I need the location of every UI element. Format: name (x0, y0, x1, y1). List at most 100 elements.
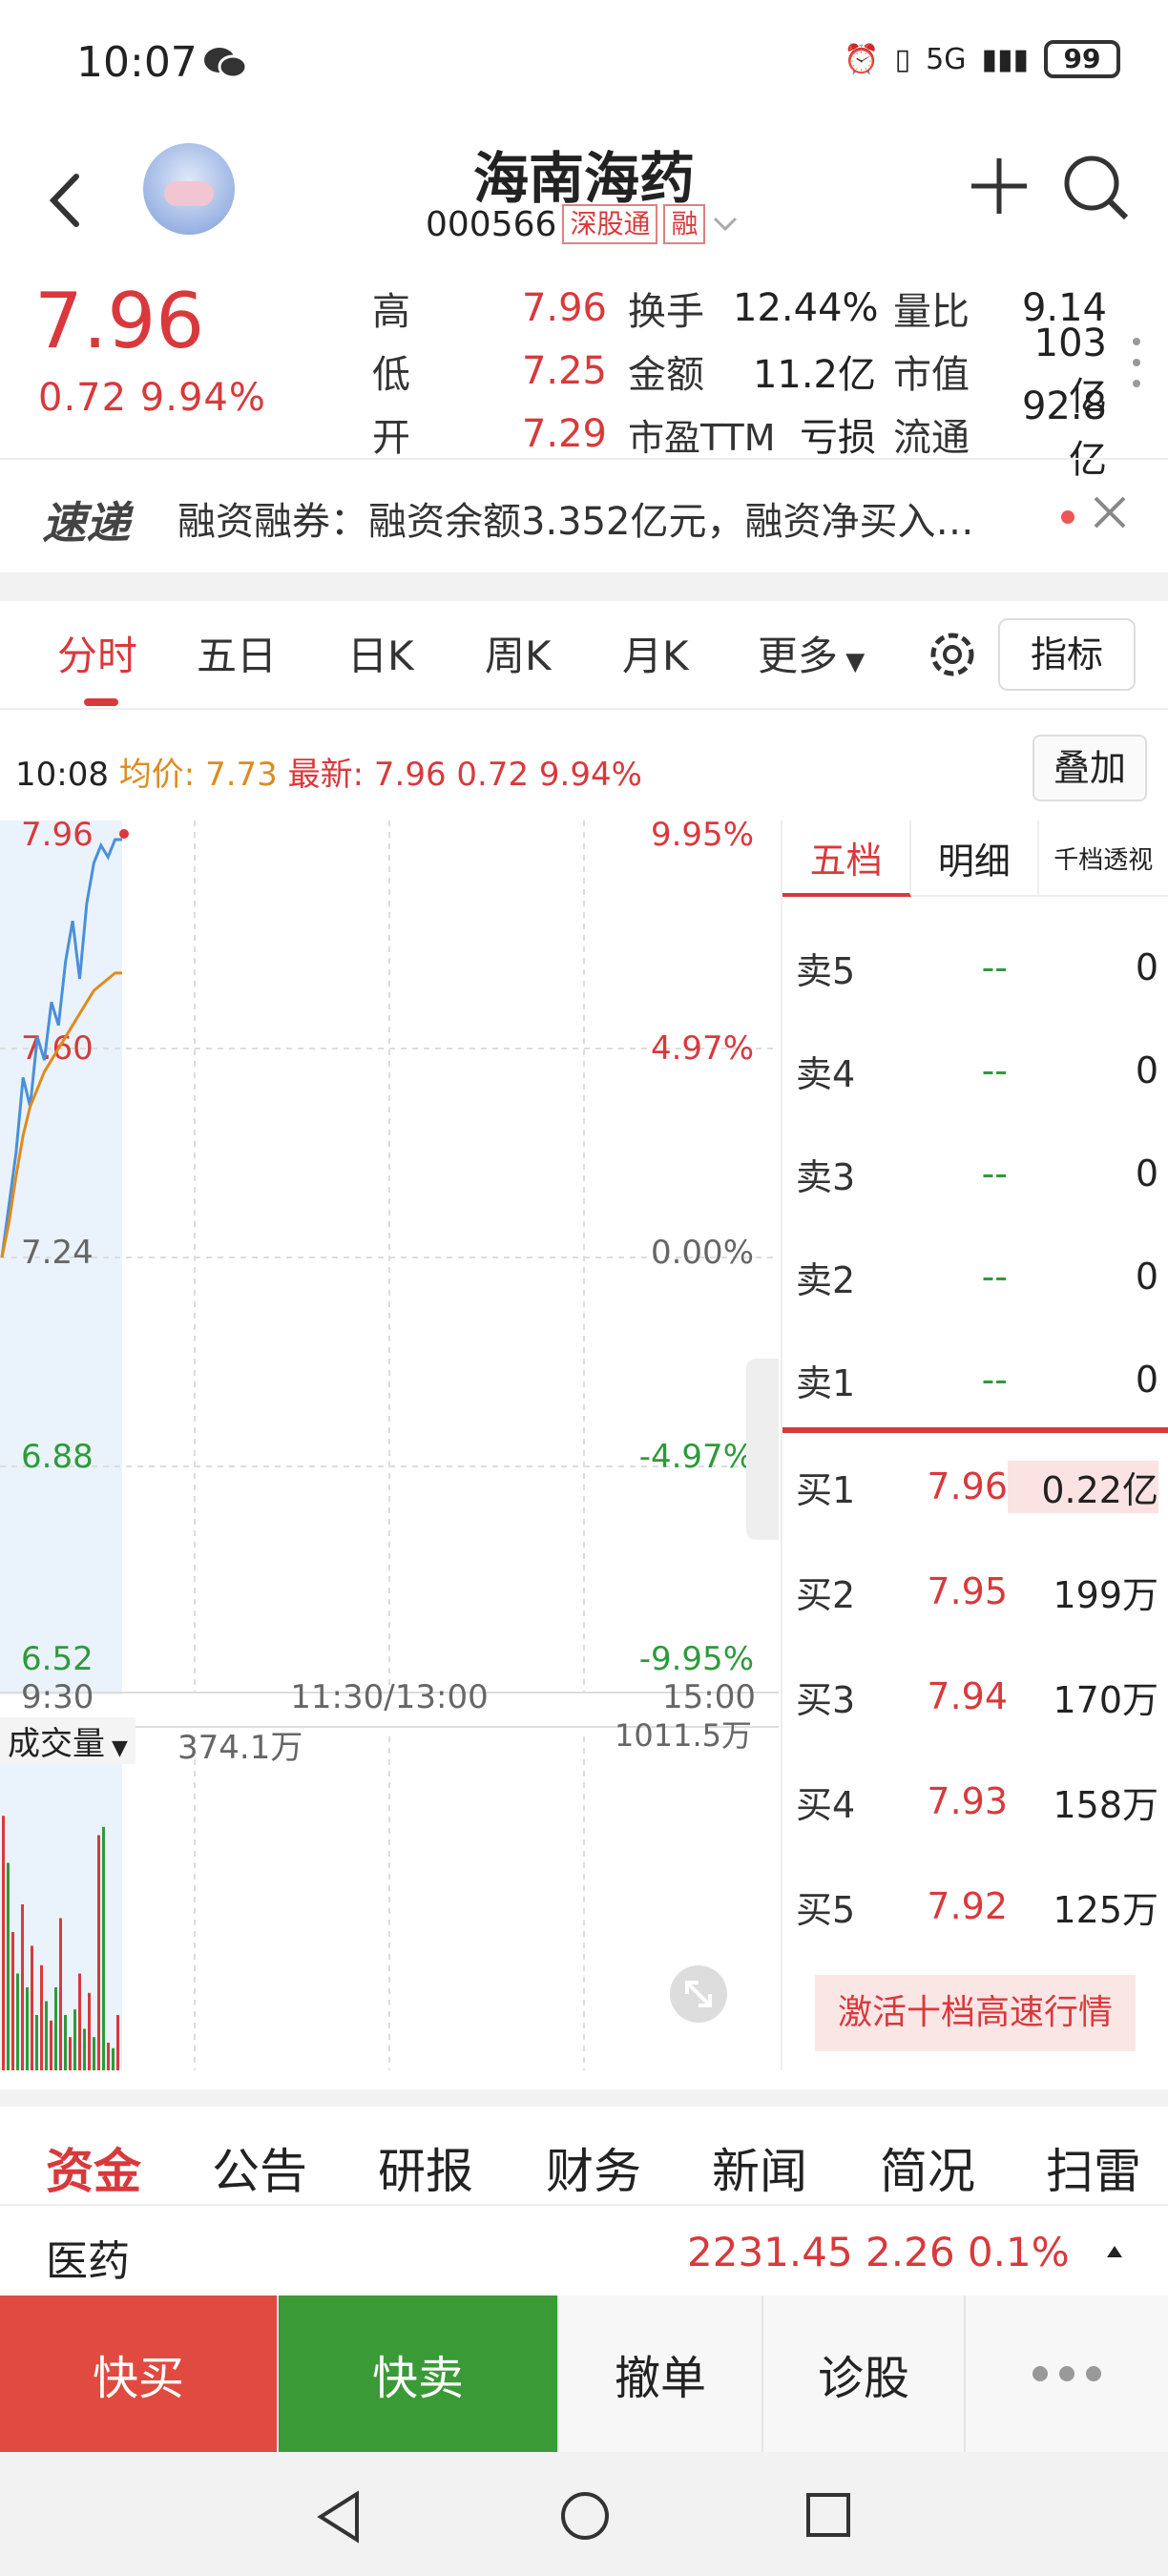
panel-toggle-handle[interactable] (746, 1359, 779, 1540)
price-axis-label: 7.24 (21, 1234, 94, 1272)
tab-weekly-k[interactable]: 周K (485, 624, 552, 682)
tab-5day[interactable]: 五日 (197, 624, 277, 682)
more-vertical-icon[interactable] (1132, 334, 1141, 391)
stock-header: 海南海药 000566 深股通 融 (0, 134, 1168, 277)
level-volume: 0.22亿 (1008, 1460, 1158, 1513)
pct-axis-label: -4.97% (639, 1438, 754, 1476)
level-label: 买1 (796, 1468, 856, 1511)
info-tabs: 资金 公告 研报 财务 新闻 简况 扫雷 (0, 2089, 1168, 2204)
more-horizontal-icon[interactable] (966, 2296, 1168, 2452)
sell-level-row[interactable]: 卖5 -- 0 (796, 939, 1158, 996)
level-label: 卖5 (796, 949, 856, 992)
quick-sell-button[interactable]: 快卖 (279, 2296, 559, 2452)
buy-level-row[interactable]: 买3 7.94 170万 (796, 1668, 1158, 1725)
alarm-icon: ⏰ (844, 42, 880, 76)
stat-label: 开 (372, 416, 410, 460)
volume-bar (83, 2028, 86, 2070)
volume-bar (2, 1816, 5, 2070)
status-icons: ⏰ ▯ 5G ▮▮▮ 99 (844, 40, 1120, 78)
time-axis-label: 9:30 (21, 1678, 94, 1716)
stats-grid: 高 7.96 换手 12.44% 量比 9.14 低 7.25 金额 11.2亿… (372, 277, 1126, 482)
level-price: 7.95 (927, 1570, 1008, 1612)
expand-icon[interactable] (670, 1965, 727, 2023)
quick-buy-button[interactable]: 快买 (0, 2296, 279, 2452)
stats-row: 开 7.29 市盈TTM 亏损 流通 92.8亿 (372, 384, 1126, 482)
tab-financials[interactable]: 财务 (546, 2133, 641, 2202)
sell-level-row[interactable]: 卖3 -- 0 (796, 1145, 1158, 1202)
time-axis-label: 11:30/13:00 (290, 1678, 488, 1716)
volume-bar (116, 2015, 119, 2070)
buy-level-row[interactable]: 买1 7.96 0.22亿 (796, 1458, 1158, 1515)
book-tabs: 五档 明细 千档透视 (782, 821, 1168, 897)
tab-intraday[interactable]: 分时 (57, 624, 137, 682)
tab-daily-k[interactable]: 日K (347, 624, 414, 682)
cancel-order-button[interactable]: 撤单 (559, 2296, 763, 2452)
volume-bar (112, 2047, 115, 2070)
level-volume: 125万 (1053, 1888, 1158, 1931)
tab-details[interactable]: 明细 (911, 821, 1039, 897)
chart-svg[interactable]: 7.96 9.95%7.60 4.97%7.24 0.00%6.88 -4.97%6.5… (0, 816, 779, 2070)
level-label: 买5 (796, 1888, 856, 1931)
level-price: -- (981, 1359, 1008, 1401)
volume-selector[interactable]: 成交量 ▼ (0, 1717, 136, 1764)
stat-label: 市盈TTM (628, 416, 776, 459)
add-watchlist-icon[interactable] (966, 153, 1032, 219)
tab-five-levels[interactable]: 五档 (782, 821, 912, 897)
search-icon[interactable] (1059, 151, 1132, 223)
stat-label: 量比 (893, 290, 970, 334)
time-axis-label: 15:00 (662, 1678, 756, 1716)
tab-news[interactable]: 新闻 (712, 2133, 807, 2202)
stat-value: 7.25 (521, 349, 607, 393)
volume-bar (35, 2015, 38, 2070)
intraday-chart[interactable]: 7.96 9.95% 7.60 4.97% 7.24 0.00% 6.88 -4.97% 6.5… (0, 816, 779, 2070)
activate-level10-button[interactable]: 激活十档高速行情 (815, 1975, 1136, 2051)
close-icon[interactable] (1086, 488, 1134, 536)
buy-level-row[interactable]: 买2 7.95 199万 (796, 1563, 1158, 1620)
level-label: 卖2 (796, 1258, 856, 1301)
tab-monthly-k[interactable]: 月K (622, 624, 689, 682)
nav-back-icon[interactable] (315, 2490, 363, 2544)
bid-ask-divider (782, 1427, 1168, 1433)
nav-home-icon[interactable] (559, 2490, 611, 2542)
volume-bar (88, 1992, 91, 2070)
sell-level-row[interactable]: 卖4 -- 0 (796, 1042, 1158, 1099)
level-volume: 0 (1135, 946, 1158, 988)
tab-research[interactable]: 研报 (378, 2133, 473, 2202)
level-price: -- (981, 1256, 1008, 1298)
system-nav-bar (0, 2452, 1168, 2576)
sell-level-row[interactable]: 卖1 -- 0 (796, 1351, 1158, 1408)
level-label: 卖1 (796, 1361, 856, 1404)
expand-up-icon[interactable] (1107, 2246, 1122, 2257)
tab-profile[interactable]: 简况 (880, 2133, 975, 2202)
latest-label: 最新: (287, 756, 365, 794)
gear-icon[interactable] (924, 626, 981, 683)
level-volume: 199万 (1053, 1573, 1158, 1616)
tab-more[interactable]: 更多 ▼ (758, 624, 865, 682)
news-text[interactable]: 融资融券：融资余额3.352亿元，融资净买入… (177, 490, 1036, 546)
level-price: 7.92 (927, 1885, 1008, 1927)
dropdown-arrow-icon: ▼ (838, 648, 866, 676)
tab-funds[interactable]: 资金 (46, 2133, 141, 2202)
volume-value: 374.1万 (177, 1729, 303, 1767)
tab-risk-scan[interactable]: 扫雷 (1046, 2133, 1141, 2202)
tab-depth-view[interactable]: 千档透视 (1038, 821, 1168, 897)
nav-recents-icon[interactable] (805, 2492, 851, 2538)
volume-bar (31, 1945, 33, 2070)
sell-level-row[interactable]: 卖2 -- 0 (796, 1248, 1158, 1305)
chart-info-bar: 10:08 均价: 7.73 最新: 7.96 0.72 9.94% 叠加 (0, 725, 1168, 821)
tab-announcements[interactable]: 公告 (212, 2133, 307, 2202)
exchange-tag: 深股通 (562, 204, 658, 244)
news-ticker[interactable]: 速递 融资融券：融资余额3.352亿元，融资净买入… (0, 458, 1168, 572)
chevron-down-icon[interactable] (711, 215, 740, 234)
diagnose-button[interactable]: 诊股 (763, 2296, 966, 2452)
overlay-button[interactable]: 叠加 (1032, 735, 1147, 801)
current-price: 7.96 (34, 277, 205, 365)
sector-bar[interactable]: 医药 2231.45 2.26 0.1% (0, 2204, 1168, 2296)
volume-bar (102, 1826, 105, 2070)
indicator-button[interactable]: 指标 (998, 618, 1136, 691)
buy-level-row[interactable]: 买5 7.92 125万 (796, 1878, 1158, 1935)
volume-bar (45, 2001, 48, 2070)
avg-label: 均价: (118, 756, 196, 794)
buy-level-row[interactable]: 买4 7.93 158万 (796, 1773, 1158, 1830)
stat-label: 高 (372, 290, 410, 334)
